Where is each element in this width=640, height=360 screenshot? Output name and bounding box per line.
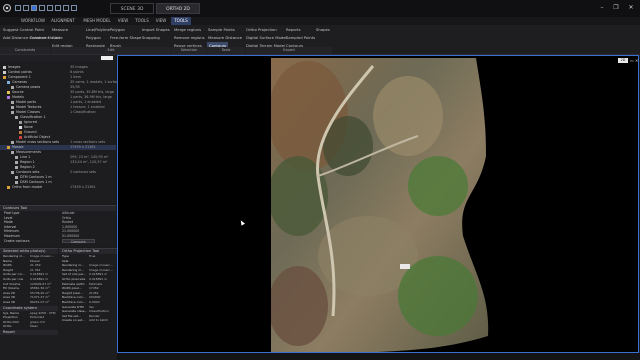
tree-node-icon (15, 176, 18, 179)
projection-row-key: Create on set... (62, 318, 86, 323)
layout-2-icon[interactable] (47, 5, 53, 11)
sample-points-button[interactable]: Sample Points (208, 26, 235, 34)
ribbon-group-tools: Tools (207, 47, 245, 54)
tree-node-icon (11, 101, 14, 104)
tree-node-icon (7, 81, 10, 84)
ribbon-group-selection: Selection (172, 47, 206, 54)
maximize-button[interactable]: ❐ (610, 3, 622, 13)
ribbon-group-export: Export (246, 47, 332, 54)
tree-item-label: Ortho from model (12, 185, 43, 189)
tab-scene-3d[interactable]: SCENE 3D (110, 3, 154, 14)
menu-mesh-model[interactable]: MESH MODEL (82, 17, 112, 25)
tree-node-icon (3, 66, 6, 69)
line-polyline-button[interactable]: Line/Polyline (86, 26, 110, 34)
digital-surface-model-button[interactable]: Digital Surface Model (246, 34, 287, 42)
new-project-icon[interactable] (15, 5, 21, 11)
tree-node-icon (11, 86, 14, 89)
suggest-control-point-button[interactable]: Suggest Control Point (3, 26, 44, 34)
ribbon-group-constraints: Constraints (0, 47, 50, 54)
menu-bar: WORKFLOW ALIGNMENT MESH MODEL VIEW TOOLS… (0, 17, 640, 25)
app-logo-icon (3, 4, 11, 12)
ortho-projection-button[interactable]: Ortho Projection (246, 26, 277, 34)
tree-node-icon (15, 116, 18, 119)
close-button[interactable]: ✕ (625, 3, 637, 13)
layout-5-icon[interactable] (71, 5, 77, 11)
coordinate-row[interactable]: Ortho Mean (0, 324, 58, 329)
tree-node-icon (19, 136, 22, 139)
menu-tools[interactable]: TOOLS (133, 17, 151, 25)
export-sampled-points-button[interactable]: Sampled Points (286, 34, 315, 42)
project-tree-panel: Images 35 images Control points 6 points Com… (0, 55, 120, 203)
export-shapes-button[interactable]: Shapes (316, 26, 330, 34)
tab-ortho-2d[interactable]: ORTHO 2D (156, 3, 200, 14)
tree-node-icon (15, 156, 18, 159)
compute-button[interactable]: Compute (62, 238, 95, 244)
free-form-shape-button[interactable]: Free-form Shape (110, 34, 141, 42)
title-bar: SCENE 3D ORTHO 2D – ❐ ✕ (0, 0, 640, 17)
status-bar (117, 353, 640, 360)
polygon-select-button[interactable]: Polygon (110, 26, 125, 34)
orthomosaic-image (271, 58, 489, 352)
tree-node-icon (7, 91, 10, 94)
export-reports-button[interactable]: Reports (286, 26, 301, 34)
report-section[interactable]: Report (0, 329, 58, 335)
circle-button[interactable]: Circle (52, 34, 63, 42)
projection-row-value: Add to batch (89, 318, 109, 323)
tree-node-icon (19, 131, 22, 134)
ribbon-group-edit: Edit (51, 47, 171, 54)
tree-node-icon (3, 76, 6, 79)
ortho-2d-viewport[interactable]: 2D ▭ ✕ (117, 55, 639, 353)
ortho-property-row-value: 86251.07 m² (30, 299, 50, 304)
layout-4-icon[interactable] (63, 5, 69, 11)
coordinate-row-key: Ortho (3, 324, 12, 329)
projection-row[interactable]: Create on set... Add to batch (59, 318, 117, 323)
tree-node-icon (15, 181, 18, 184)
tree-item-value: 17459 x 21361 (70, 185, 96, 189)
measure-button[interactable]: Measure (52, 26, 68, 34)
tree-node-icon (11, 151, 14, 154)
contours-row: Create contours Compute (0, 238, 116, 244)
coordinate-row-value: Mean (30, 324, 39, 329)
tree-node-icon (11, 111, 14, 114)
tree-node-icon (7, 96, 10, 99)
tree-node-icon (15, 166, 18, 169)
menu-view[interactable]: VIEW (115, 17, 131, 25)
remove-regions-button[interactable]: Remove regions (174, 34, 205, 42)
view-mode-badge[interactable]: 2D (618, 58, 628, 63)
menu-view-ortho[interactable]: VIEW (153, 17, 169, 25)
menu-alignment[interactable]: ALIGNMENT (50, 17, 76, 25)
menu-workflow[interactable]: WORKFLOW (20, 17, 46, 25)
layout-1-icon[interactable] (39, 5, 45, 11)
tree-node-icon (15, 161, 18, 164)
filter-icon[interactable] (101, 56, 113, 60)
selected-ortho-panel: Selected ortho photo(s) Rendering m... Im… (0, 248, 58, 360)
tree-node-icon (7, 186, 10, 189)
tree-node-icon (3, 71, 6, 74)
ortho-property-row-key: Area 3D (3, 299, 16, 304)
open-project-icon[interactable] (23, 5, 29, 11)
merge-regions-button[interactable]: Merge regions (174, 26, 201, 34)
ortho-property-row[interactable]: Area 3D 86251.07 m² (0, 300, 58, 305)
tree-node-icon (7, 146, 10, 149)
measure-distance-button[interactable]: Measure Distance (208, 34, 242, 42)
tree-toolbar (0, 55, 116, 61)
viewport-close-icon[interactable]: ✕ (635, 58, 640, 63)
polygon-button[interactable]: Polygon (86, 34, 101, 42)
minimize-button[interactable]: – (596, 3, 608, 13)
tree-item[interactable]: Ortho from model 17459 x 21361 (0, 185, 116, 190)
ribbon: Suggest Control Point Add Distance Const… (0, 25, 640, 55)
tree-node-icon (11, 141, 14, 144)
ortho-projection-panel: Ortho Projection Tool Type True Sets Rende… (59, 248, 117, 360)
menu-tools-ortho[interactable]: TOOLS (171, 17, 191, 25)
import-shapes-button[interactable]: Import Shapes (142, 26, 170, 34)
tree-node-icon (11, 106, 14, 109)
snapping-button[interactable]: Snapping (142, 34, 160, 42)
tree-node-icon (19, 126, 22, 129)
tree-node-icon (19, 121, 22, 124)
layout-3-icon[interactable] (55, 5, 61, 11)
save-project-icon[interactable] (31, 5, 37, 11)
tree-node-icon (11, 171, 14, 174)
contours-tool-panel: Contours Tool Pixel type Altitude Level Or… (0, 205, 116, 247)
